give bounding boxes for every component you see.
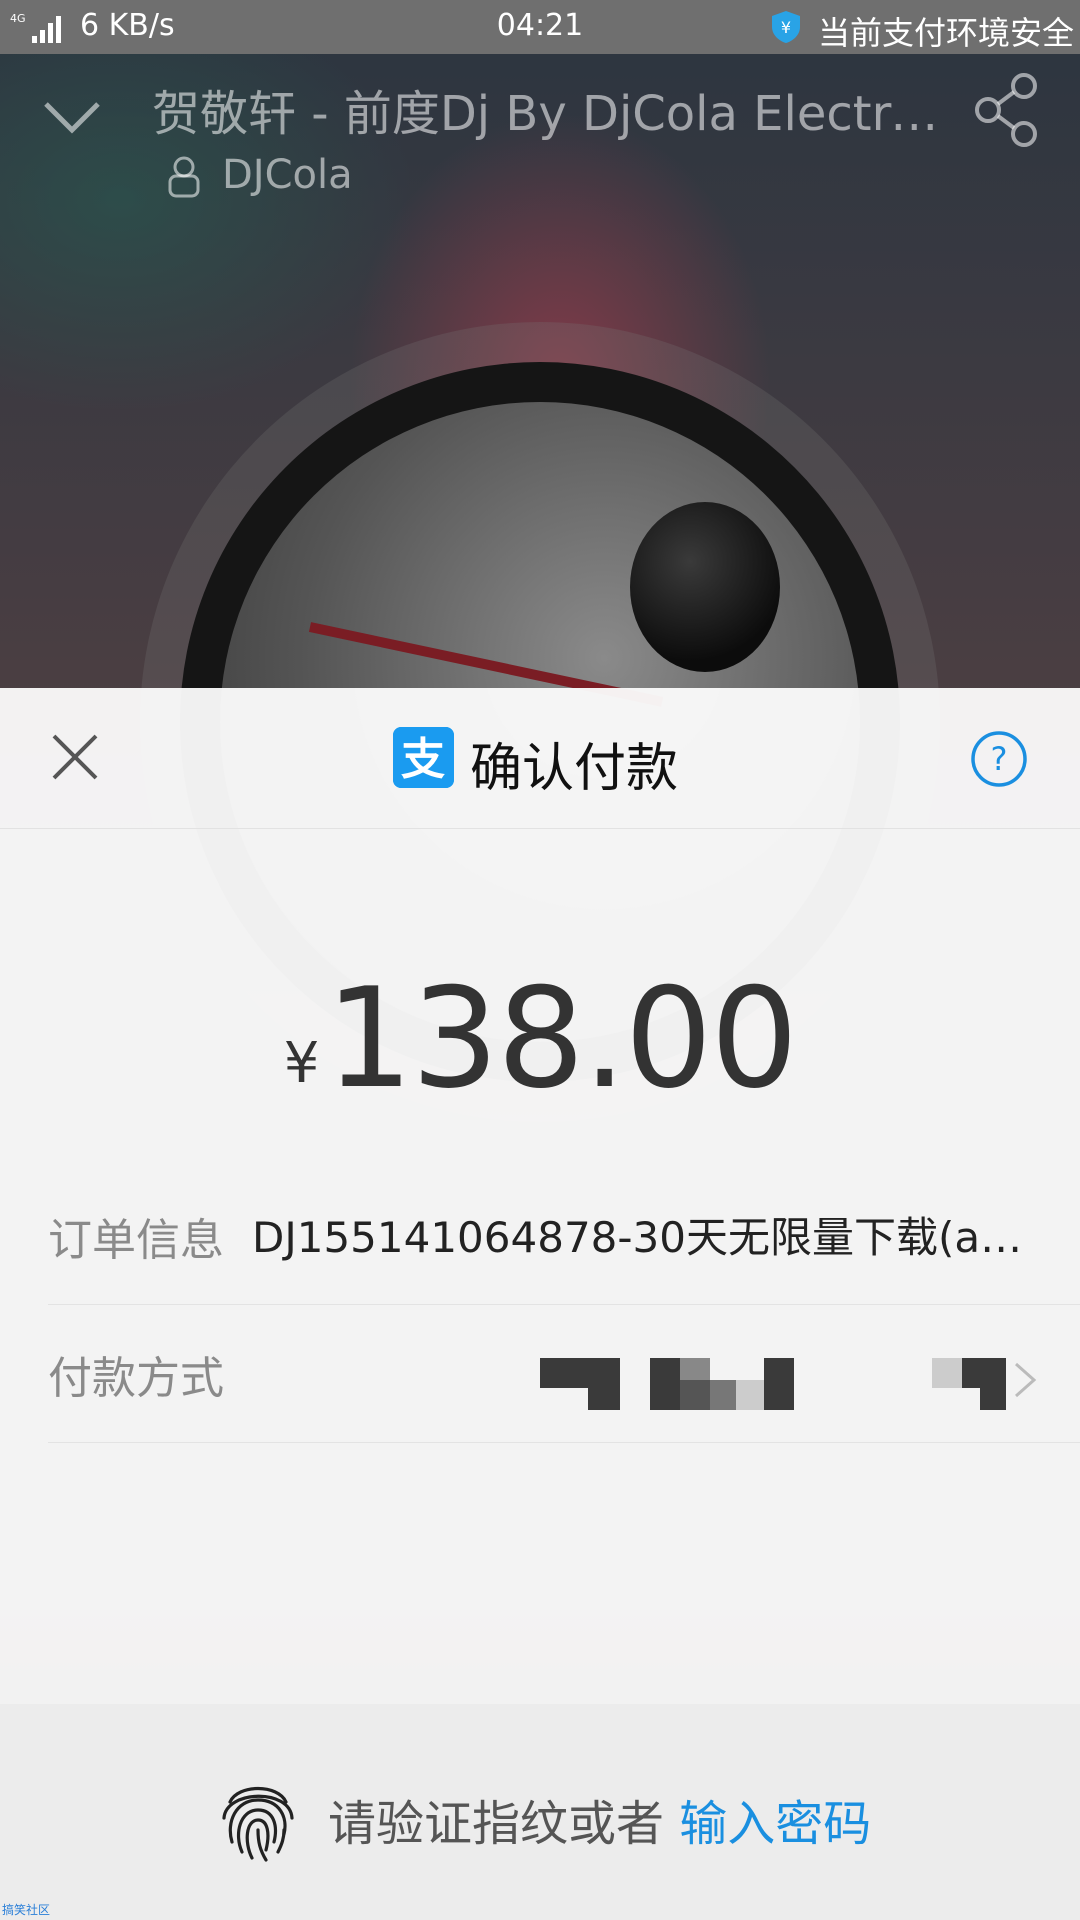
artist-name[interactable]: DJCola (222, 152, 353, 198)
alipay-logo-icon: 支 (393, 727, 454, 788)
fingerprint-prompt: 请验证指纹或者 输入密码 (328, 1784, 871, 1854)
svg-text:支: 支 (401, 734, 445, 785)
album-art-earbud (630, 502, 780, 672)
user-icon (168, 156, 200, 198)
svg-text:?: ? (991, 740, 1008, 778)
shield-icon: ¥ (772, 11, 800, 43)
payment-safety-text: 当前支付环境安全 (817, 14, 1074, 52)
enter-password-link[interactable]: 输入密码 (679, 1796, 871, 1852)
amount-value: 138.00 (325, 958, 798, 1119)
share-icon[interactable] (972, 72, 1042, 148)
fingerprint-prompt-text: 请验证指纹或者 (328, 1796, 665, 1852)
payment-title: 确认付款 (470, 739, 679, 799)
song-title: 贺敬轩 - 前度Dj By DjCola Electro R.. (152, 86, 942, 142)
player-header: 贺敬轩 - 前度Dj By DjCola Electro R.. DJCola (0, 54, 1080, 214)
payment-sheet: 支 确认付款 ? ¥138.00 订单信息 DJ155141064878-30天… (0, 688, 1080, 1920)
payment-method-label: 付款方式 (48, 1353, 224, 1404)
payment-sheet-header: 支 确认付款 ? (0, 688, 1080, 829)
order-info-row: 订单信息 DJ155141064878-30天无限量下载(an... (48, 1166, 1080, 1305)
close-icon[interactable] (50, 732, 100, 782)
payment-method-row[interactable]: 付款方式 (48, 1304, 1080, 1443)
order-info-value: DJ155141064878-30天无限量下载(an... (252, 1213, 1042, 1262)
payment-amount: ¥138.00 (0, 958, 1080, 1119)
currency-symbol: ¥ (283, 1031, 320, 1096)
svg-text:¥: ¥ (781, 18, 791, 37)
verification-footer: 请验证指纹或者 输入密码 搞笑社区 (0, 1704, 1080, 1920)
payment-method-masked (540, 1358, 1006, 1410)
status-bar: 4G 6 KB/s 04:21 ¥ 当前支付环境安全 (0, 0, 1080, 54)
chevron-down-icon[interactable] (40, 84, 104, 148)
order-info-label: 订单信息 (48, 1215, 224, 1266)
chevron-right-icon (1015, 1362, 1037, 1398)
watermark: 搞笑社区 (2, 1903, 51, 1917)
fingerprint-icon[interactable] (212, 1772, 304, 1864)
help-icon[interactable]: ? (970, 730, 1028, 788)
